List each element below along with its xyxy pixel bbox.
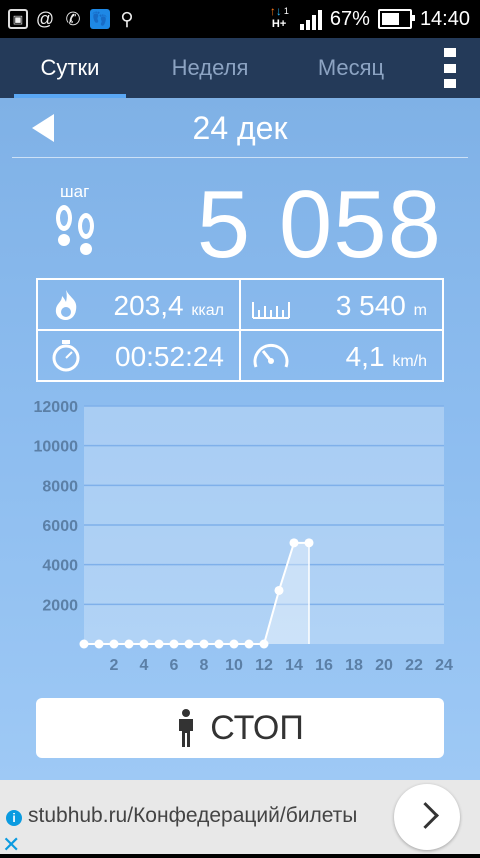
- current-date: 24 дек: [192, 110, 288, 146]
- speed-cell: 4,1 km/h: [241, 331, 441, 379]
- step-count: 5 058: [196, 171, 442, 278]
- duration-cell: 00:52:24: [38, 331, 238, 379]
- x-tick-label: 18: [345, 657, 363, 674]
- stats-grid: 203,4 ккал 3 540 m 00:52:24 4,1 km/h: [36, 278, 444, 382]
- divider: [12, 157, 468, 158]
- y-tick-label: 12000: [34, 399, 79, 416]
- status-bar: ▣ @ ✆ 👣 ⚲ ↑ ↓ 1 H+ 67% 14:40: [0, 0, 480, 38]
- steps-label: шаг: [60, 182, 90, 201]
- signal-strength-icon: [299, 8, 322, 30]
- notification-icons: ▣ @ ✆ 👣 ⚲: [8, 8, 138, 30]
- x-tick-label: 24: [435, 657, 453, 674]
- tab-day-label: Сутки: [40, 55, 100, 80]
- speedometer-icon: [253, 344, 289, 368]
- duration-value: 00:52:24: [115, 341, 224, 372]
- data-point: [79, 639, 89, 649]
- data-point: [289, 538, 299, 548]
- hourly-steps-chart: 2000 4000 6000 8000 10000 12000 2 4 6 8 10 12 14 16 18…: [0, 398, 480, 688]
- x-tick-label: 6: [170, 657, 179, 674]
- y-tick-label: 6000: [42, 518, 78, 535]
- battery-percent: 67%: [329, 7, 370, 30]
- at-icon: @: [35, 8, 55, 29]
- whatsapp-icon: ✆: [65, 8, 81, 29]
- period-tabs: Сутки Неделя Месяц: [0, 38, 480, 98]
- x-tick-label: 12: [255, 657, 273, 674]
- date-navigator: 24 дек: [0, 98, 480, 158]
- data-point: [229, 639, 239, 649]
- speed-unit: km/h: [392, 353, 427, 370]
- data-point: [124, 639, 134, 649]
- data-point: [169, 639, 179, 649]
- tab-month-label: Месяц: [317, 55, 385, 80]
- x-tick-label: 14: [285, 657, 303, 674]
- x-tick-label: 16: [315, 657, 333, 674]
- y-tick-label: 2000: [42, 597, 78, 614]
- calories-value: 203,4: [113, 290, 184, 321]
- main-panel: 24 дек шаг 5 058 203,4 ккал 3 540 m 00:5…: [0, 98, 480, 780]
- stopwatch-icon: [52, 340, 80, 372]
- ad-text[interactable]: stubhub.ru/Конфедераций/билеты: [28, 804, 357, 828]
- info-icon[interactable]: i: [6, 810, 22, 826]
- distance-unit: m: [413, 302, 427, 319]
- y-tick-label: 8000: [42, 478, 78, 495]
- clock: 14:40: [419, 7, 470, 30]
- x-tick-label: 10: [225, 657, 243, 674]
- x-tick-label: 8: [200, 657, 209, 674]
- distance-value: 3 540: [335, 290, 406, 321]
- tab-week[interactable]: Неделя: [150, 38, 270, 98]
- chart-svg: 200040006000800010000120002 4 6 8 10 12 14 16 18…: [34, 399, 454, 674]
- fitness-app-icon: 👣: [90, 9, 110, 29]
- data-point: [184, 639, 194, 649]
- x-tick-label: 4: [140, 657, 149, 674]
- network-type-icon: ↑ ↓ 1 H+: [269, 4, 289, 30]
- chevron-right-icon[interactable]: [394, 784, 460, 850]
- ruler-icon: [252, 302, 290, 319]
- footprints-icon: [56, 205, 94, 255]
- data-point: [304, 538, 314, 548]
- data-point: [139, 639, 149, 649]
- data-point: [154, 639, 164, 649]
- tab-day[interactable]: Сутки: [14, 38, 126, 98]
- data-point: [199, 639, 209, 649]
- x-tick-label: 22: [405, 657, 423, 674]
- stop-button[interactable]: СТОП: [36, 698, 444, 758]
- y-tick-label: 10000: [34, 439, 79, 456]
- person-icon: [179, 709, 194, 747]
- search-icon: ⚲: [120, 8, 134, 29]
- flame-icon: [55, 290, 77, 320]
- speed-value: 4,1: [345, 341, 385, 372]
- x-tick-label: 2: [110, 657, 119, 674]
- data-point: [109, 639, 119, 649]
- close-icon[interactable]: ✕: [2, 832, 20, 858]
- gallery-icon: ▣: [8, 9, 28, 29]
- data-point: [259, 639, 269, 649]
- data-point: [94, 639, 104, 649]
- data-point: [244, 639, 254, 649]
- overflow-menu-icon[interactable]: [444, 48, 458, 88]
- distance-cell: 3 540 m: [241, 280, 441, 328]
- x-tick-label: 20: [375, 657, 393, 674]
- data-point: [214, 639, 224, 649]
- data-point: [274, 585, 284, 595]
- calories-cell: 203,4 ккал: [38, 280, 238, 328]
- calories-unit: ккал: [191, 302, 224, 319]
- tab-month[interactable]: Месяц: [296, 38, 406, 98]
- y-tick-label: 4000: [42, 558, 78, 575]
- tab-week-label: Неделя: [171, 55, 249, 80]
- stop-button-label: СТОП: [210, 708, 304, 747]
- ad-banner[interactable]: i ✕ stubhub.ru/Конфедераций/билеты: [0, 780, 480, 857]
- battery-icon: [377, 9, 415, 29]
